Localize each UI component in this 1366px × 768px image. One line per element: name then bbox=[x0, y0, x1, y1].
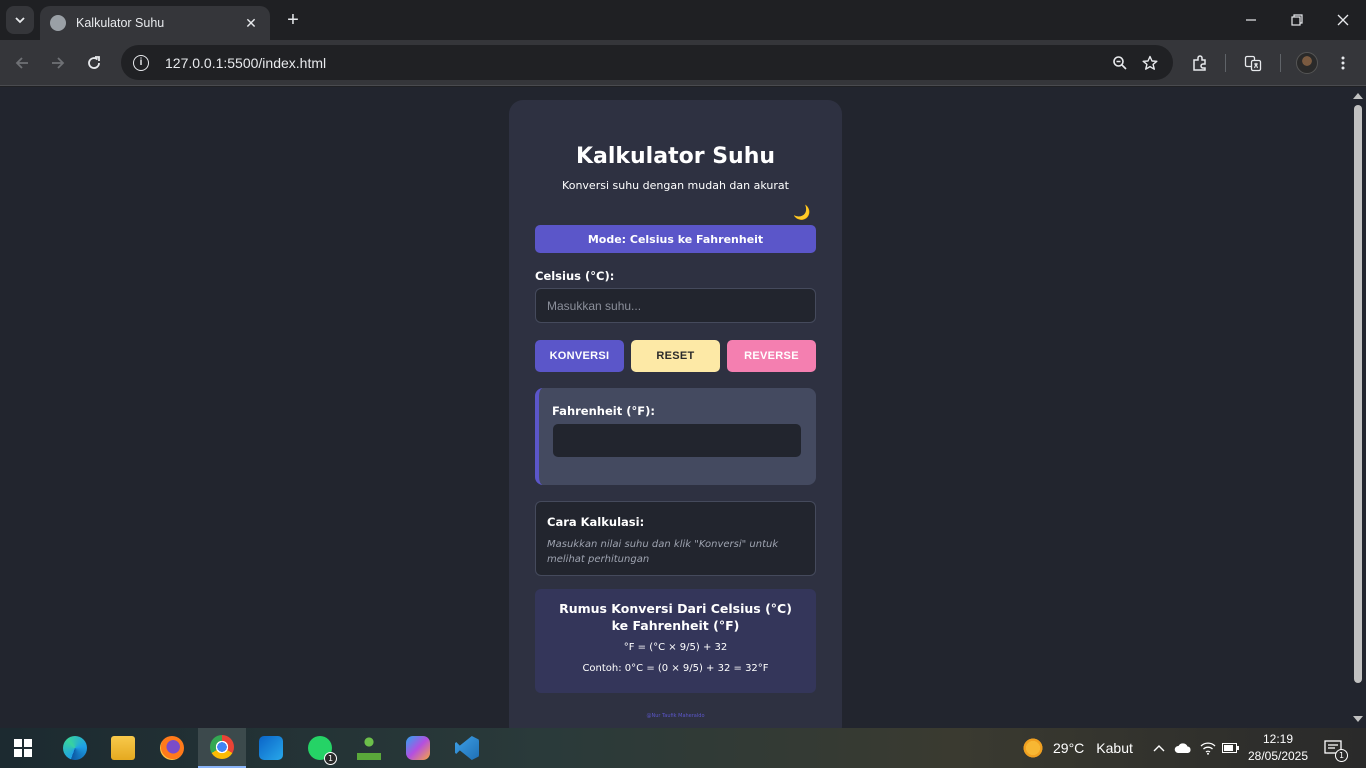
minimize-icon bbox=[1246, 19, 1256, 21]
avatar bbox=[1296, 52, 1318, 74]
reload-button[interactable] bbox=[82, 51, 106, 75]
tray-chevron-up-icon[interactable] bbox=[1148, 738, 1170, 758]
address-bar[interactable]: i 127.0.0.1:5500/index.html bbox=[121, 45, 1173, 80]
convert-button[interactable]: KONVERSI bbox=[535, 340, 624, 372]
battery-icon[interactable] bbox=[1220, 738, 1242, 758]
browser-tab[interactable]: Kalkulator Suhu ✕ bbox=[40, 6, 270, 40]
page-viewport: Kalkulator Suhu Konversi suhu dengan mud… bbox=[0, 87, 1366, 728]
notification-center-icon[interactable]: 1 bbox=[1322, 738, 1348, 762]
tab-title: Kalkulator Suhu bbox=[76, 16, 165, 30]
arrow-left-icon bbox=[15, 57, 28, 69]
vscode-icon bbox=[455, 736, 479, 760]
arrow-right-icon bbox=[52, 57, 65, 69]
whatsapp-icon: 1 bbox=[308, 736, 337, 765]
notification-badge: 1 bbox=[1335, 749, 1348, 762]
chevron-down-icon bbox=[15, 17, 25, 24]
taskbar-edge[interactable] bbox=[51, 728, 99, 768]
restore-icon bbox=[1291, 14, 1303, 26]
taskbar-vscode[interactable] bbox=[443, 728, 491, 768]
calculation-description: Masukkan nilai suhu dan klik "Konversi" … bbox=[547, 539, 779, 565]
onedrive-cloud-icon[interactable] bbox=[1172, 738, 1194, 758]
taskbar-whatsapp[interactable]: 1 bbox=[296, 728, 344, 768]
copilot-icon bbox=[406, 736, 430, 760]
calculator-card: Kalkulator Suhu Konversi suhu dengan mud… bbox=[509, 100, 842, 728]
celsius-input[interactable] bbox=[535, 288, 816, 323]
firefox-icon bbox=[160, 736, 184, 760]
scroll-down-arrow-icon[interactable] bbox=[1353, 716, 1363, 722]
restore-button[interactable] bbox=[1274, 0, 1320, 40]
toolbar-divider bbox=[1280, 54, 1281, 72]
zoom-icon[interactable] bbox=[1105, 48, 1135, 78]
tab-close-icon[interactable]: ✕ bbox=[242, 15, 260, 32]
page-scrollbar[interactable] bbox=[1350, 87, 1366, 728]
formula-example: Contoh: 0°C = (0 × 9/5) + 32 = 32°F bbox=[582, 663, 769, 674]
weather-condition: Kabut bbox=[1096, 740, 1133, 756]
reverse-button[interactable]: REVERSE bbox=[727, 340, 816, 372]
browser-toolbar: i 127.0.0.1:5500/index.html bbox=[0, 40, 1366, 86]
clock-date: 28/05/2025 bbox=[1247, 749, 1309, 763]
weather-widget[interactable]: 29°C Kabut bbox=[1022, 737, 1133, 759]
formula-equation: °F = (°C × 9/5) + 32 bbox=[623, 642, 728, 653]
whatsapp-badge: 1 bbox=[324, 752, 337, 765]
haze-weather-icon bbox=[1022, 737, 1044, 759]
close-icon bbox=[1337, 14, 1349, 26]
clock-time: 12:19 bbox=[1262, 732, 1294, 746]
chess-pawn-icon bbox=[357, 736, 381, 760]
theme-toggle-moon-icon[interactable]: 🌙 bbox=[793, 204, 810, 221]
reload-icon bbox=[88, 56, 100, 69]
reset-button[interactable]: RESET bbox=[631, 340, 720, 372]
minimize-button[interactable] bbox=[1228, 0, 1274, 40]
mode-toggle-button[interactable]: Mode: Celsius ke Fahrenheit bbox=[535, 225, 816, 253]
taskbar-file-explorer[interactable] bbox=[99, 728, 147, 768]
window-close-button[interactable] bbox=[1320, 0, 1366, 40]
toolbar-divider bbox=[1225, 54, 1226, 72]
result-label: Fahrenheit (°F): bbox=[552, 404, 655, 418]
wifi-icon[interactable] bbox=[1197, 738, 1219, 758]
translate-icon[interactable] bbox=[1238, 48, 1268, 78]
extensions-icon[interactable] bbox=[1185, 48, 1215, 78]
browser-menu-icon[interactable] bbox=[1328, 48, 1358, 78]
windows-start-icon[interactable] bbox=[14, 739, 32, 757]
new-tab-button[interactable]: + bbox=[282, 9, 304, 31]
browser-tab-bar: Kalkulator Suhu ✕ + bbox=[0, 0, 1366, 40]
calculation-title: Cara Kalkulasi: bbox=[547, 515, 645, 529]
folder-icon bbox=[111, 736, 135, 760]
taskbar-firefox[interactable] bbox=[148, 728, 196, 768]
windows-taskbar: 1 29°C Kabut 12:19 28/05/2025 1 bbox=[0, 728, 1366, 768]
fahrenheit-output bbox=[553, 424, 801, 457]
forward-button[interactable] bbox=[46, 51, 70, 75]
tab-search-button[interactable] bbox=[6, 6, 34, 34]
weather-temperature: 29°C bbox=[1053, 740, 1085, 756]
formula-title: Rumus Konversi Dari Celsius (°C) ke Fahr… bbox=[559, 601, 792, 633]
page-subtitle: Konversi suhu dengan mudah dan akurat bbox=[562, 179, 789, 192]
globe-icon bbox=[50, 15, 66, 31]
taskbar-chrome[interactable] bbox=[198, 728, 246, 768]
edge-icon bbox=[63, 736, 87, 760]
taskbar-chess[interactable] bbox=[345, 728, 393, 768]
outlook-icon bbox=[259, 736, 283, 760]
chrome-icon bbox=[210, 735, 234, 759]
input-label: Celsius (°C): bbox=[535, 269, 615, 283]
back-button[interactable] bbox=[10, 51, 34, 75]
taskbar-outlook[interactable] bbox=[247, 728, 295, 768]
formula-panel: Rumus Konversi Dari Celsius (°C) ke Fahr… bbox=[535, 589, 816, 693]
scroll-up-arrow-icon[interactable] bbox=[1353, 93, 1363, 99]
page-title: Kalkulator Suhu bbox=[575, 144, 776, 169]
bookmark-star-icon[interactable] bbox=[1135, 48, 1165, 78]
calculation-panel: Cara Kalkulasi: Masukkan nilai suhu dan … bbox=[535, 501, 816, 576]
system-clock[interactable]: 12:19 28/05/2025 bbox=[1247, 731, 1309, 765]
taskbar-copilot[interactable] bbox=[394, 728, 442, 768]
footer-credit: @Nur Taufik Maheraldo bbox=[646, 713, 705, 719]
scrollbar-thumb[interactable] bbox=[1354, 105, 1362, 683]
site-info-icon[interactable]: i bbox=[133, 54, 149, 71]
profile-avatar[interactable] bbox=[1292, 48, 1322, 78]
result-panel: Fahrenheit (°F): bbox=[535, 388, 816, 485]
url-text: 127.0.0.1:5500/index.html bbox=[165, 54, 327, 71]
